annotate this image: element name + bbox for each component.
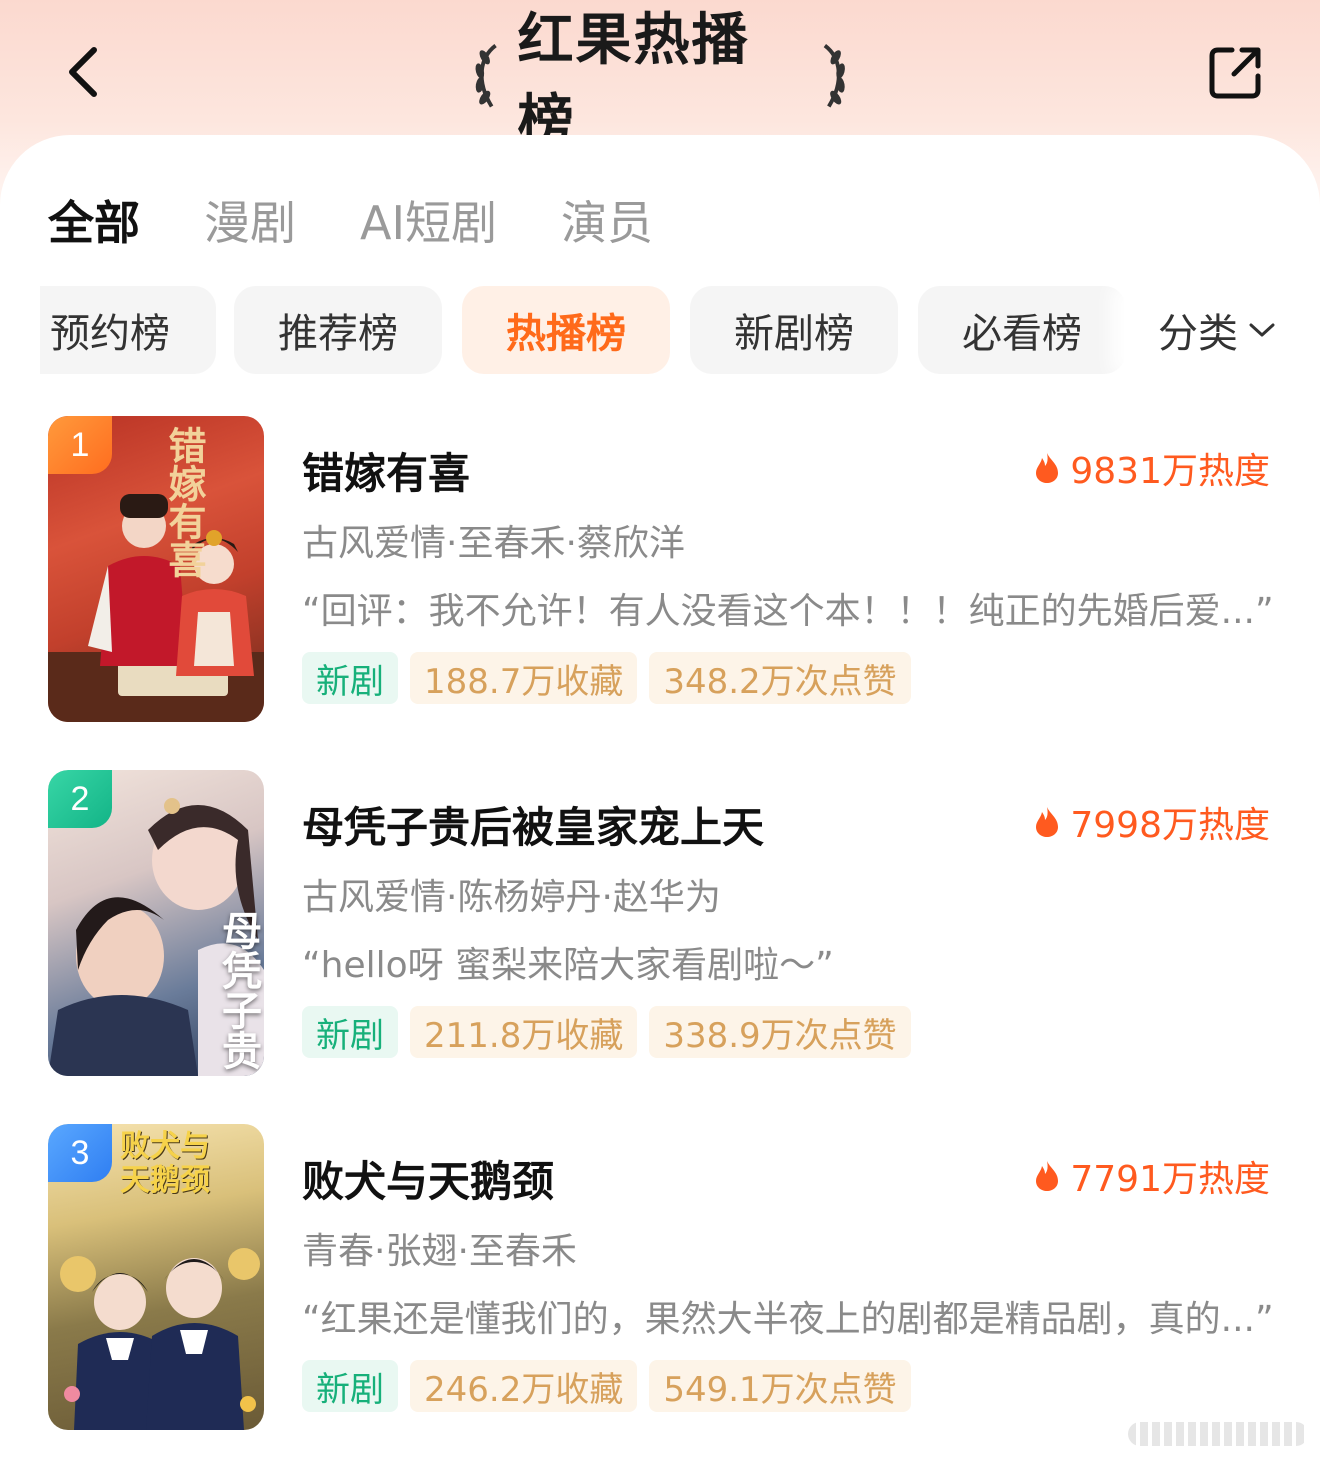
laurel-left-icon (475, 43, 497, 108)
back-button[interactable] (56, 40, 116, 104)
watermark-strip (1128, 1422, 1308, 1446)
rank-badge: 3 (48, 1124, 112, 1182)
tab-all[interactable]: 全部 (48, 187, 140, 253)
poster-image[interactable]: 错嫁有喜 1 (48, 416, 264, 722)
chip-must-watch-rank[interactable]: 必看榜 (918, 286, 1126, 374)
genre-cast: 古风爱情·至春禾·蔡欣洋 (302, 523, 685, 564)
list-item[interactable]: 错嫁有喜 1 错嫁有喜 9831万热度 古风爱情·至春禾·蔡欣洋 “回评：我不允… (0, 416, 1320, 726)
new-badge: 新剧 (302, 652, 398, 704)
chip-recommend-rank[interactable]: 推荐榜 (234, 286, 442, 374)
heat-value: 9831万热度 (1034, 442, 1270, 494)
page-title: 红果热播榜 (517, 8, 750, 154)
chip-hot-rank[interactable]: 热播榜 (462, 286, 670, 374)
category-filter-button[interactable]: 分类 (1124, 286, 1320, 374)
heat-text: 7998万热度 (1070, 805, 1270, 846)
list-item[interactable]: 母凭子贵 2 母凭子贵后被皇家宠上天 7998万热度 古风爱情·陈杨婷丹·赵华为… (0, 770, 1320, 1080)
rank-badge: 2 (48, 770, 112, 828)
flame-icon (1036, 453, 1059, 483)
likes-count: 348.2万次点赞 (649, 652, 911, 704)
drama-title[interactable]: 败犬与天鹅颈 (302, 1148, 554, 1209)
chip-new-rank[interactable]: 新剧榜 (690, 286, 898, 374)
review-quote: “hello呀 蜜梨来陪大家看剧啦～” (302, 945, 834, 986)
chip-reservation-rank[interactable]: 预约榜 (40, 286, 216, 374)
top-bar: 红果热播榜 (0, 0, 1320, 154)
share-button[interactable] (1204, 40, 1268, 104)
favorites-count: 211.8万收藏 (410, 1006, 638, 1058)
filter-label: 分类 (1158, 311, 1238, 357)
poster-image[interactable]: 母凭子贵 2 (48, 770, 264, 1076)
heat-value: 7998万热度 (1034, 796, 1270, 848)
tab-actors[interactable]: 演员 (561, 187, 653, 253)
heat-text: 9831万热度 (1070, 451, 1270, 492)
poster-title: 败犬与天鹅颈 (120, 1129, 210, 1198)
chevron-down-icon (1249, 323, 1275, 337)
likes-count: 338.9万次点赞 (649, 1006, 911, 1058)
tag-row: 新剧 188.7万收藏 348.2万次点赞 (302, 652, 923, 704)
drama-title[interactable]: 错嫁有喜 (302, 440, 470, 501)
tag-row: 新剧 211.8万收藏 338.9万次点赞 (302, 1006, 923, 1058)
tag-row: 新剧 246.2万收藏 549.1万次点赞 (302, 1360, 923, 1412)
laurel-right-icon (823, 43, 845, 108)
heat-value: 7791万热度 (1034, 1150, 1270, 1202)
page-title-group: 红果热播榜 (470, 8, 850, 154)
share-icon (1209, 47, 1261, 99)
chevron-left-icon (69, 47, 97, 97)
new-badge: 新剧 (302, 1360, 398, 1412)
tab-ai-short-drama[interactable]: AI短剧 (360, 187, 497, 253)
category-tabs: 全部 漫剧 AI短剧 演员 (48, 180, 717, 260)
genre-cast: 古风爱情·陈杨婷丹·赵华为 (302, 877, 721, 918)
new-badge: 新剧 (302, 1006, 398, 1058)
tab-comic-drama[interactable]: 漫剧 (204, 187, 296, 253)
flame-icon (1036, 807, 1059, 837)
poster-image[interactable]: 败犬与天鹅颈 3 (48, 1124, 264, 1430)
likes-count: 549.1万次点赞 (649, 1360, 911, 1412)
flame-icon (1036, 1161, 1059, 1191)
heat-text: 7791万热度 (1070, 1159, 1270, 1200)
drama-title[interactable]: 母凭子贵后被皇家宠上天 (302, 794, 764, 855)
favorites-count: 246.2万收藏 (410, 1360, 638, 1412)
ranking-chips: 预约榜 推荐榜 热播榜 新剧榜 必看榜 分类 (0, 286, 1320, 374)
poster-title: 母凭子贵 (215, 910, 262, 1070)
rank-badge: 1 (48, 416, 112, 474)
poster-title: 错嫁有喜 (162, 426, 207, 578)
favorites-count: 188.7万收藏 (410, 652, 638, 704)
list-item[interactable]: 败犬与天鹅颈 3 败犬与天鹅颈 7791万热度 青春·张翅·至春禾 “红果还是懂… (0, 1124, 1320, 1434)
genre-cast: 青春·张翅·至春禾 (302, 1231, 577, 1272)
review-quote: “回评：我不允许！有人没看这个本！！！纯正的先婚后爱...” (302, 591, 1274, 632)
review-quote: “红果还是懂我们的，果然大半夜上的剧都是精品剧，真的...” (302, 1299, 1274, 1340)
